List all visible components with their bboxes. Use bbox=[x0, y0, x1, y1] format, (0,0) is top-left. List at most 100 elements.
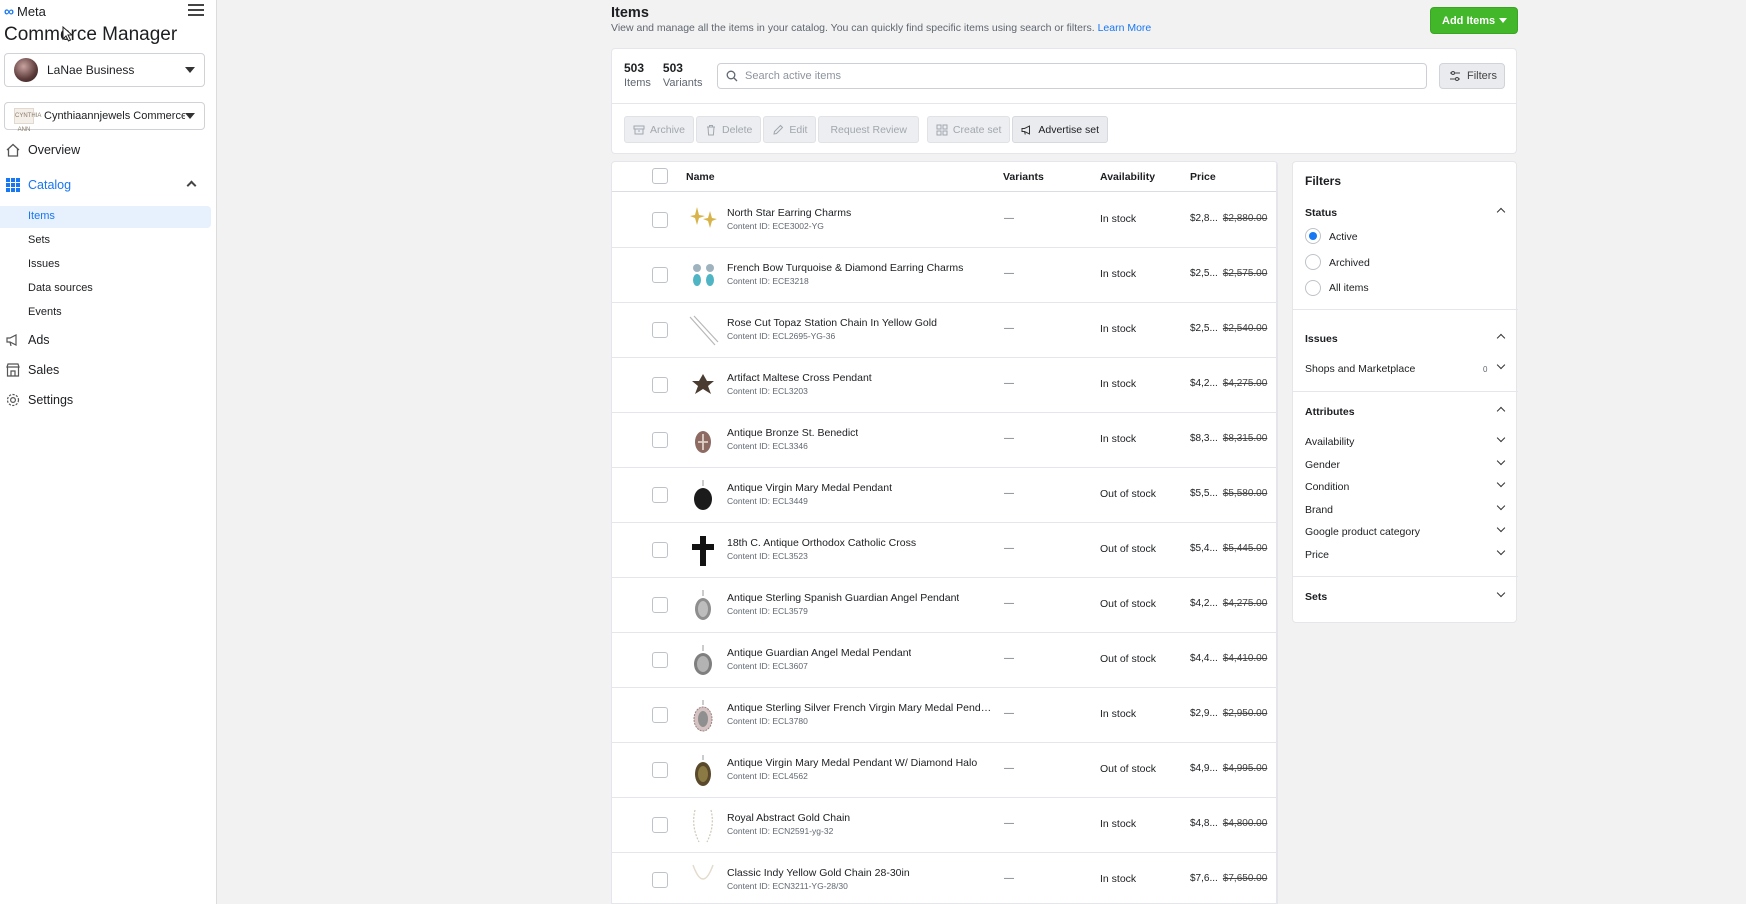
create-set-button[interactable]: Create set bbox=[926, 116, 1011, 143]
row-checkbox[interactable] bbox=[652, 817, 668, 833]
filter-section-attributes[interactable]: Attributes bbox=[1305, 406, 1355, 418]
nav-overview[interactable]: Overview bbox=[0, 142, 211, 158]
item-name[interactable]: Artifact Maltese Cross Pendant bbox=[727, 372, 872, 384]
nav-ads[interactable]: Ads bbox=[0, 332, 211, 348]
table-row[interactable]: Antique Virgin Mary Medal Pendant W/ Dia… bbox=[612, 743, 1276, 798]
item-name[interactable]: Antique Sterling Silver French Virgin Ma… bbox=[727, 702, 992, 714]
table-row[interactable]: Antique Sterling Silver French Virgin Ma… bbox=[612, 688, 1276, 743]
radio-archived[interactable] bbox=[1305, 254, 1321, 270]
chevron-up-icon[interactable] bbox=[186, 180, 197, 190]
filter-attribute[interactable]: Condition bbox=[1305, 481, 1349, 493]
product-thumbnail[interactable] bbox=[687, 203, 720, 239]
table-row[interactable]: Rose Cut Topaz Station Chain In Yellow G… bbox=[612, 303, 1276, 358]
filter-section-sets[interactable]: Sets bbox=[1305, 591, 1327, 603]
add-items-button[interactable]: Add Items bbox=[1430, 7, 1518, 34]
chevron-down-icon[interactable] bbox=[1496, 546, 1506, 555]
chevron-down-icon[interactable] bbox=[1496, 433, 1506, 443]
table-row[interactable]: Artifact Maltese Cross Pendant Content I… bbox=[612, 358, 1276, 413]
product-thumbnail[interactable] bbox=[687, 588, 720, 624]
chevron-down-icon[interactable] bbox=[1496, 523, 1506, 533]
item-name[interactable]: Royal Abstract Gold Chain bbox=[727, 812, 850, 824]
chevron-up-icon[interactable] bbox=[1496, 207, 1506, 217]
filter-attribute[interactable]: Google product category bbox=[1305, 526, 1420, 538]
table-row[interactable]: Antique Guardian Angel Medal Pendant Con… bbox=[612, 633, 1276, 688]
sidebar-item-issues[interactable]: Issues bbox=[0, 254, 211, 276]
row-checkbox[interactable] bbox=[652, 597, 668, 613]
learn-more-link[interactable]: Learn More bbox=[1098, 22, 1152, 34]
table-scrollbar[interactable] bbox=[1276, 162, 1277, 903]
product-thumbnail[interactable] bbox=[687, 533, 720, 569]
column-header-price[interactable]: Price bbox=[1190, 171, 1216, 183]
product-thumbnail[interactable] bbox=[687, 753, 720, 789]
row-checkbox[interactable] bbox=[652, 652, 668, 668]
item-name[interactable]: Rose Cut Topaz Station Chain In Yellow G… bbox=[727, 317, 937, 329]
product-thumbnail[interactable] bbox=[687, 258, 720, 294]
filter-section-issues[interactable]: Issues bbox=[1305, 333, 1338, 345]
product-thumbnail[interactable] bbox=[687, 863, 720, 899]
chevron-down-icon[interactable] bbox=[1496, 501, 1506, 510]
row-checkbox[interactable] bbox=[652, 322, 668, 338]
row-checkbox[interactable] bbox=[652, 762, 668, 778]
product-thumbnail[interactable] bbox=[687, 423, 720, 459]
table-row[interactable]: North Star Earring Charms Content ID: EC… bbox=[612, 193, 1276, 248]
item-name[interactable]: Antique Sterling Spanish Guardian Angel … bbox=[727, 592, 959, 604]
item-name[interactable]: Classic Indy Yellow Gold Chain 28-30in bbox=[727, 867, 910, 879]
radio-all-items[interactable] bbox=[1305, 280, 1321, 296]
row-checkbox[interactable] bbox=[652, 487, 668, 503]
table-row[interactable]: Antique Sterling Spanish Guardian Angel … bbox=[612, 578, 1276, 633]
filters-button[interactable]: Filters bbox=[1439, 63, 1505, 89]
item-name[interactable]: 18th C. Antique Orthodox Catholic Cross bbox=[727, 537, 916, 549]
catalog-selector[interactable]: CYNTHIA ANN Cynthiaannjewels Commerce ..… bbox=[4, 102, 205, 133]
filter-attribute[interactable]: Brand bbox=[1305, 504, 1333, 516]
nav-catalog[interactable]: Catalog bbox=[0, 177, 211, 193]
product-thumbnail[interactable] bbox=[687, 368, 720, 404]
sidebar-item-events[interactable]: Events bbox=[0, 302, 211, 324]
nav-sales[interactable]: Sales bbox=[0, 362, 211, 378]
request-review-button[interactable]: Request Review bbox=[818, 116, 919, 143]
row-checkbox[interactable] bbox=[652, 377, 668, 393]
column-header-availability[interactable]: Availability bbox=[1100, 171, 1155, 183]
archive-button[interactable]: Archive bbox=[624, 116, 695, 143]
advertise-set-button[interactable]: Advertise set bbox=[1012, 116, 1109, 143]
item-name[interactable]: French Bow Turquoise & Diamond Earring C… bbox=[727, 262, 963, 274]
product-thumbnail[interactable] bbox=[687, 313, 720, 349]
chevron-up-icon[interactable] bbox=[1496, 406, 1506, 416]
delete-button[interactable]: Delete bbox=[696, 116, 762, 143]
chevron-up-icon[interactable] bbox=[1496, 333, 1506, 343]
select-all-checkbox[interactable] bbox=[652, 168, 668, 184]
row-checkbox[interactable] bbox=[652, 872, 668, 888]
filter-attribute[interactable]: Availability bbox=[1305, 436, 1354, 448]
meta-logo[interactable]: ∞ Meta bbox=[4, 3, 46, 19]
table-row[interactable]: French Bow Turquoise & Diamond Earring C… bbox=[612, 248, 1276, 303]
business-account-selector[interactable]: LaNae Business bbox=[4, 53, 205, 87]
search-box[interactable] bbox=[717, 63, 1427, 89]
filter-attribute[interactable]: Gender bbox=[1305, 459, 1340, 471]
row-checkbox[interactable] bbox=[652, 267, 668, 283]
chevron-down-icon[interactable] bbox=[1496, 360, 1506, 370]
filter-attribute[interactable]: Price bbox=[1305, 549, 1329, 561]
chevron-down-icon[interactable] bbox=[1496, 478, 1506, 488]
row-checkbox[interactable] bbox=[652, 542, 668, 558]
column-header-name[interactable]: Name bbox=[686, 171, 715, 183]
nav-settings[interactable]: Settings bbox=[0, 392, 211, 408]
table-row[interactable]: Antique Bronze St. Benedict Content ID: … bbox=[612, 413, 1276, 468]
product-thumbnail[interactable] bbox=[687, 808, 720, 844]
table-row[interactable]: 18th C. Antique Orthodox Catholic Cross … bbox=[612, 523, 1276, 578]
filter-section-status[interactable]: Status bbox=[1305, 207, 1337, 219]
menu-icon[interactable] bbox=[188, 4, 204, 18]
row-checkbox[interactable] bbox=[652, 707, 668, 723]
table-row[interactable]: Antique Virgin Mary Medal Pendant Conten… bbox=[612, 468, 1276, 523]
search-input[interactable] bbox=[745, 70, 1385, 82]
item-name[interactable]: Antique Virgin Mary Medal Pendant bbox=[727, 482, 892, 494]
item-name[interactable]: Antique Virgin Mary Medal Pendant W/ Dia… bbox=[727, 757, 977, 769]
filter-shops-and-marketplace[interactable]: Shops and Marketplace bbox=[1305, 363, 1415, 375]
chevron-down-icon[interactable] bbox=[1496, 456, 1506, 465]
item-name[interactable]: North Star Earring Charms bbox=[727, 207, 851, 219]
product-thumbnail[interactable] bbox=[687, 643, 720, 679]
table-row[interactable]: Classic Indy Yellow Gold Chain 28-30in C… bbox=[612, 853, 1276, 903]
product-thumbnail[interactable] bbox=[687, 698, 720, 734]
chevron-down-icon[interactable] bbox=[1496, 588, 1506, 598]
edit-button[interactable]: Edit bbox=[763, 116, 817, 143]
radio-active[interactable] bbox=[1305, 228, 1321, 244]
item-name[interactable]: Antique Guardian Angel Medal Pendant bbox=[727, 647, 911, 659]
